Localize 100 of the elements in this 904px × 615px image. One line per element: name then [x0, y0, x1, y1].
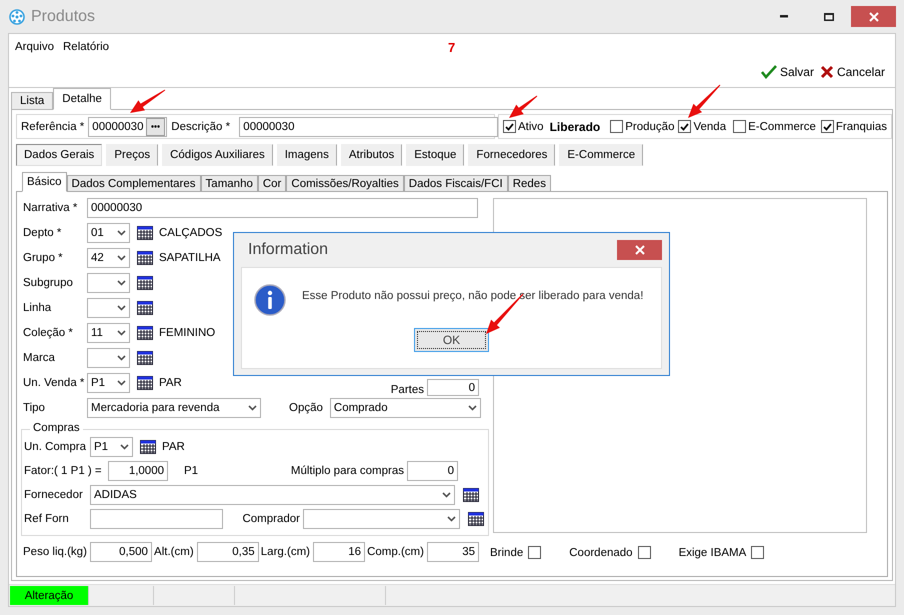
checkbox[interactable] — [610, 120, 624, 133]
table-icon[interactable] — [137, 376, 153, 390]
dropdown[interactable]: P1 — [90, 437, 133, 457]
checkbox-label: Brinde — [490, 546, 524, 558]
table-icon[interactable] — [463, 488, 479, 502]
table-icon[interactable] — [137, 301, 153, 315]
checkbox[interactable] — [528, 546, 542, 559]
field-label: Marca — [23, 352, 56, 364]
dropdown[interactable]: 11 — [87, 323, 130, 343]
close-icon — [634, 245, 644, 255]
dropdown[interactable]: Mercadoria para revenda — [87, 398, 261, 418]
save-button[interactable]: Salvar — [760, 65, 814, 79]
chevron-down-icon — [117, 255, 126, 261]
table-icon[interactable] — [137, 226, 153, 240]
tab[interactable]: Cor — [258, 175, 286, 191]
checkbox[interactable] — [751, 546, 764, 559]
chevron-down-icon — [117, 380, 126, 386]
number-field[interactable]: 0,500 — [90, 542, 152, 562]
description-field[interactable]: 00000030 — [239, 116, 498, 136]
dropdown[interactable]: 01 — [87, 223, 130, 243]
tab[interactable]: E-Commerce — [559, 144, 644, 166]
cancel-button[interactable]: Cancelar — [820, 65, 885, 79]
number-field[interactable]: 0 — [427, 379, 479, 396]
lookup-text: PAR — [162, 441, 185, 453]
checkbox[interactable] — [678, 120, 692, 133]
lookup-text: SAPATILHA — [159, 252, 221, 264]
text-field[interactable] — [90, 509, 223, 529]
field-label: Un. Compra — [24, 441, 87, 453]
table-icon[interactable] — [137, 326, 153, 340]
table-icon[interactable] — [468, 512, 484, 526]
close-button[interactable] — [617, 240, 662, 260]
checkbox-label: Exige IBAMA — [678, 546, 746, 558]
field-label: Opção — [289, 402, 323, 414]
tab[interactable]: Básico — [22, 172, 67, 192]
field-label: Subgrupo — [23, 277, 74, 289]
tab[interactable]: Comissões/Royalties — [286, 175, 404, 191]
tab[interactable]: Imagens — [276, 144, 337, 166]
field-label: Comp.(cm) — [367, 546, 424, 558]
table-icon[interactable] — [140, 440, 156, 454]
chevron-down-icon — [248, 405, 257, 411]
table-icon[interactable] — [137, 251, 153, 265]
app-logo-icon — [9, 8, 25, 24]
number-field[interactable]: 1,0000 — [108, 461, 168, 481]
dropdown[interactable]: P1 — [87, 373, 130, 393]
checkbox[interactable] — [733, 120, 746, 133]
table-icon[interactable] — [137, 276, 153, 290]
checkbox[interactable] — [820, 120, 834, 133]
tab[interactable]: Dados Gerais — [16, 144, 102, 166]
tab[interactable]: Códigos Auxiliares — [162, 144, 273, 166]
checkmark-icon — [505, 122, 514, 130]
field-label: Fator:( 1 P1 ) = — [24, 465, 103, 477]
field-label: Partes — [390, 384, 424, 396]
dropdown[interactable] — [87, 298, 130, 318]
dropdown[interactable]: 42 — [87, 248, 130, 268]
field-label: Narrativa * — [23, 202, 78, 214]
tab[interactable]: Atributos — [340, 144, 402, 166]
number-field[interactable]: 0 — [407, 461, 458, 481]
status-panel: Alteração — [10, 586, 89, 605]
number-field[interactable]: 16 — [312, 542, 365, 562]
text-field[interactable]: 00000030 — [87, 198, 478, 218]
reference-field[interactable]: 00000030 — [88, 116, 168, 136]
tab[interactable]: Estoque — [406, 144, 464, 166]
chevron-down-icon — [442, 492, 451, 498]
window-title: Produtos — [31, 8, 96, 26]
table-icon[interactable] — [137, 351, 153, 365]
tab[interactable]: Lista — [11, 92, 54, 109]
menu-item[interactable]: Relatório — [63, 41, 110, 53]
number-field[interactable]: 0,35 — [196, 542, 259, 562]
tab[interactable]: Tamanho — [200, 175, 258, 191]
number-field[interactable]: 35 — [426, 542, 479, 562]
dropdown[interactable]: ADIDAS — [90, 485, 455, 505]
tab[interactable]: Preços — [106, 144, 158, 166]
chevron-down-icon — [117, 280, 126, 286]
chevron-down-icon — [117, 305, 126, 311]
chevron-down-icon — [468, 405, 477, 411]
menu-item[interactable]: Arquivo — [15, 41, 54, 53]
field-label: Linha — [23, 302, 52, 314]
tab[interactable]: Redes — [508, 175, 551, 191]
ok-button[interactable]: OK — [414, 328, 489, 352]
info-icon — [254, 284, 286, 316]
tab[interactable]: Fornecedores — [468, 144, 556, 166]
field-label: Grupo * — [23, 252, 64, 264]
close-button[interactable] — [851, 6, 896, 27]
checkbox[interactable] — [503, 120, 516, 133]
tab[interactable]: Dados Complementares — [66, 175, 201, 191]
dropdown[interactable]: Comprado — [330, 398, 481, 418]
browse-button[interactable] — [146, 118, 166, 136]
field-label: Referência * — [21, 120, 84, 132]
checkbox[interactable] — [638, 546, 651, 559]
tab[interactable]: Detalhe — [53, 88, 111, 110]
dropdown[interactable] — [87, 273, 130, 293]
unit-text: P1 — [184, 465, 198, 477]
field-label: Ref Forn — [24, 513, 70, 525]
dropdown[interactable] — [87, 348, 130, 368]
field-label: Tipo — [23, 402, 46, 414]
chevron-down-icon — [120, 444, 129, 450]
tab[interactable]: Dados Fiscais/FCI — [404, 175, 508, 191]
lookup-text: PAR — [159, 377, 182, 389]
field-label: Depto * — [23, 227, 62, 239]
checkbox-label: Produção — [625, 120, 674, 132]
